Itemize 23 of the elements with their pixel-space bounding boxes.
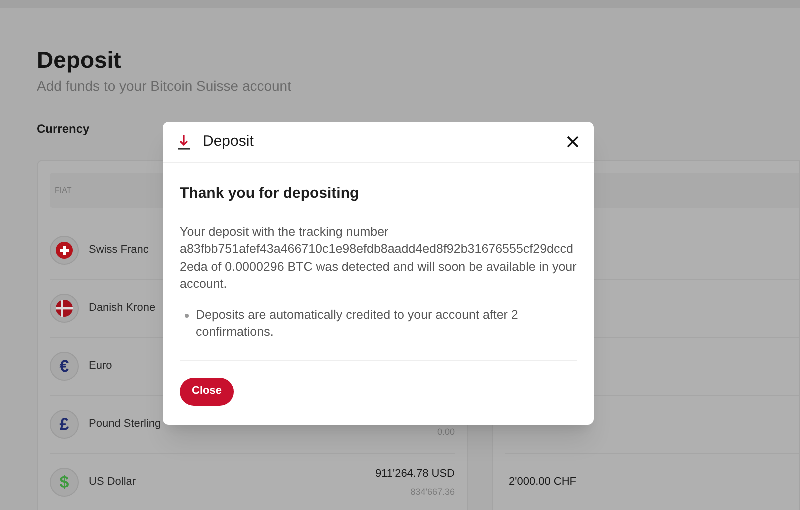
currency-name: Pound Sterling	[89, 417, 162, 432]
currency-symbol-icon: $	[50, 468, 79, 497]
close-button[interactable]: Close	[180, 378, 234, 406]
dialog-heading: Thank you for depositing	[180, 184, 360, 204]
note-text: Deposits are automatically credited to your account after 2 confirmations.	[196, 306, 520, 341]
section-label: Currency	[37, 121, 91, 138]
page-title: Deposit	[37, 46, 122, 74]
dialog-title: Deposit	[203, 132, 254, 152]
bullet-icon	[185, 314, 189, 318]
page-subtitle: Add funds to your Bitcoin Suisse account	[37, 77, 292, 96]
close-icon[interactable]	[566, 135, 580, 149]
dialog-message: Your deposit with the tracking number a83fbb751afef43a466710c1e98efdb8aadd4ed8f92b31676555cf29dccd2eda of 0.0000296 BTC was detected and will soon be available in your account.	[180, 224, 577, 293]
balance-amount: 2'000.00 CHF	[509, 475, 577, 490]
download-icon	[177, 134, 191, 150]
balance-amount: 911'264.78 USD	[375, 466, 455, 482]
currency-symbol-icon: £	[50, 410, 79, 439]
currency-name: Swiss Franc	[89, 243, 149, 258]
swiss-flag-icon	[50, 236, 79, 265]
currency-symbol-icon: €	[50, 352, 79, 381]
currency-name: US Dollar	[89, 475, 136, 490]
currency-name: Danish Krone	[89, 301, 156, 316]
danish-flag-icon	[50, 294, 79, 323]
currency-name: Euro	[89, 359, 112, 374]
